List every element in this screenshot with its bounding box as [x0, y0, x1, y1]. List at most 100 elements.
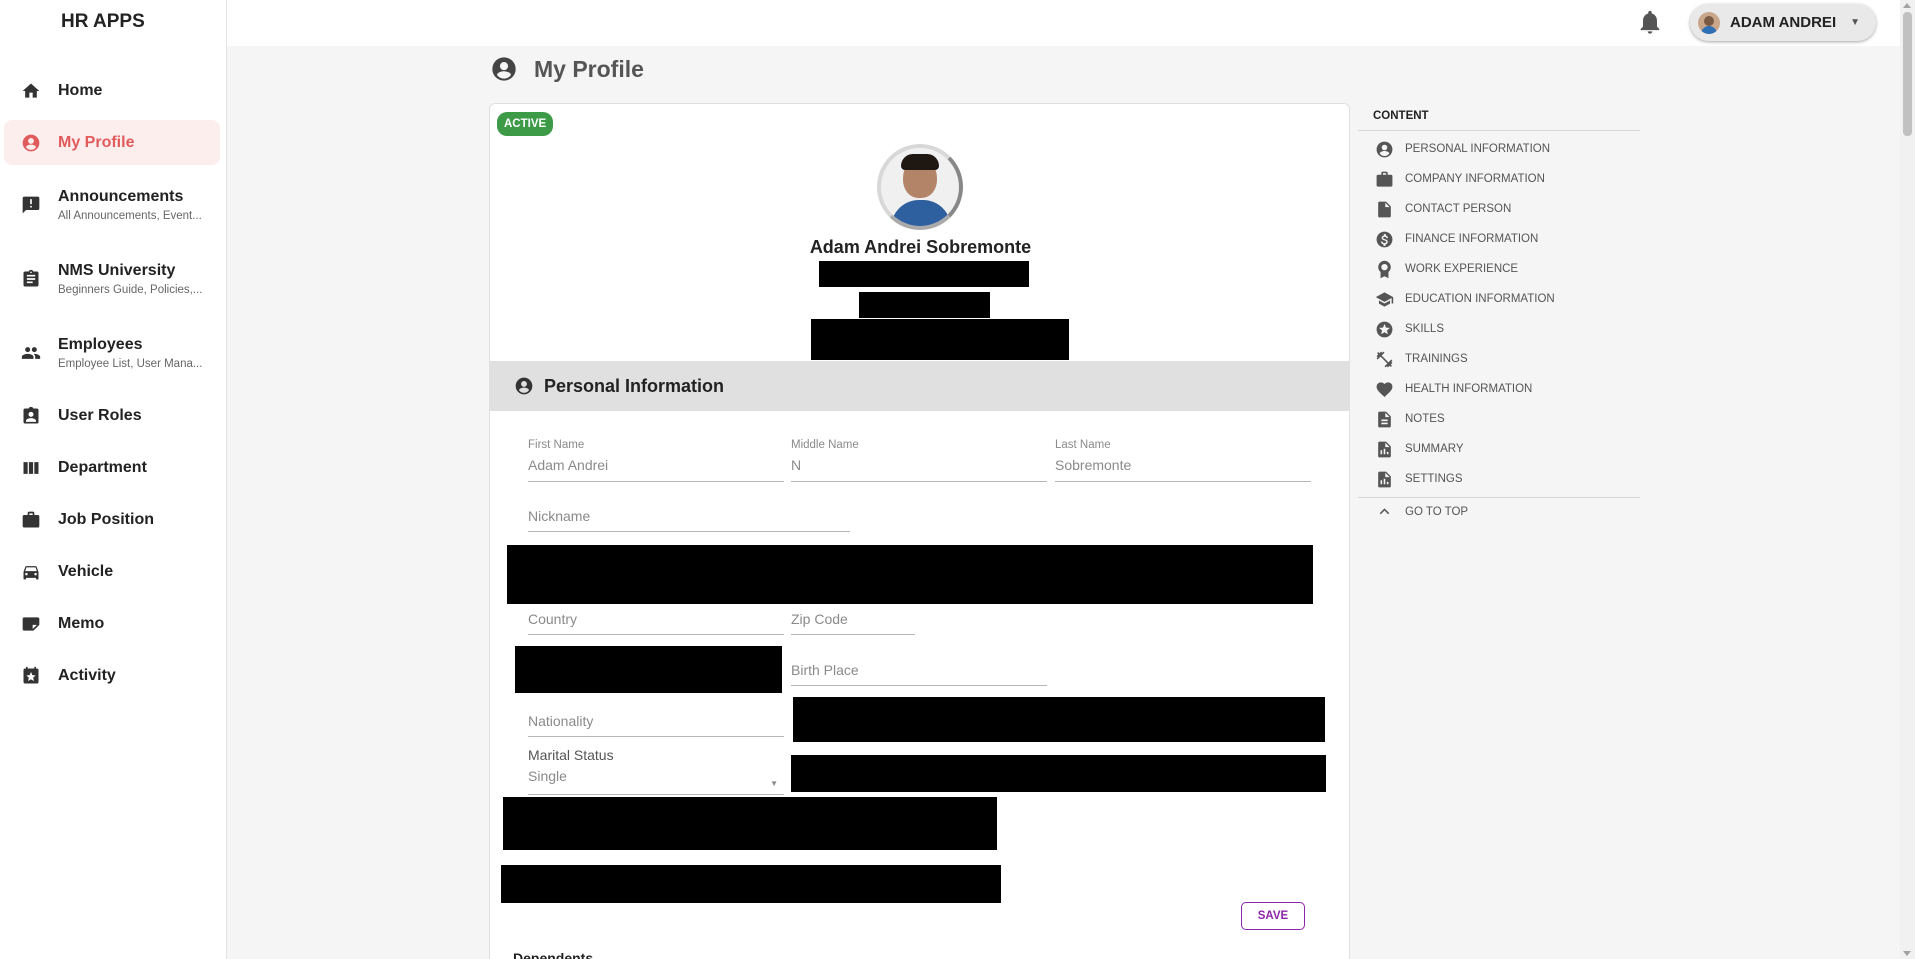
sidebar-item-label: My Profile: [58, 133, 135, 151]
toc-item-label: SKILLS: [1405, 323, 1444, 335]
toc-item-work-experience[interactable]: WORK EXPERIENCE: [1358, 254, 1640, 284]
toc-item-contact-person[interactable]: CONTACT PERSON: [1358, 194, 1640, 224]
sidebar-item-subtitle: Beginners Guide, Policies,...: [58, 284, 203, 296]
nationality-placeholder: Nationality: [528, 713, 594, 729]
first-name-label: First Name: [528, 439, 585, 451]
toc-item-label: SETTINGS: [1405, 473, 1463, 485]
redacted-block: [515, 646, 782, 693]
content-toc: CONTENT PERSONAL INFORMATION COMPANY INF…: [1358, 104, 1640, 525]
account-circle-icon: [1375, 140, 1394, 159]
toc-item-company-information[interactable]: COMPANY INFORMATION: [1358, 164, 1640, 194]
toc-item-education-information[interactable]: EDUCATION INFORMATION: [1358, 284, 1640, 314]
user-name: ADAM ANDREI: [1730, 14, 1837, 31]
sidebar-item-label: User Roles: [58, 407, 142, 424]
redacted-block: [793, 697, 1325, 742]
redacted-block: [791, 755, 1326, 792]
toc-item-notes[interactable]: NOTES: [1358, 404, 1640, 434]
nickname-field[interactable]: Nickname: [528, 508, 850, 532]
avatar: [1698, 11, 1720, 34]
dependents-heading: Dependents: [513, 950, 594, 959]
toc-item-label: COMPANY INFORMATION: [1405, 173, 1545, 185]
sidebar-item-department[interactable]: Department: [4, 442, 220, 494]
toc-item-finance-information[interactable]: FINANCE INFORMATION: [1358, 224, 1640, 254]
badge-icon: [20, 405, 42, 427]
sidebar-item-label: Employees: [58, 336, 143, 353]
account-circle-icon: [20, 132, 42, 154]
profile-avatar[interactable]: [877, 144, 963, 230]
zip-code-field[interactable]: Zip Code: [791, 611, 915, 635]
zip-code-placeholder: Zip Code: [791, 611, 848, 627]
toc-item-health-information[interactable]: HEALTH INFORMATION: [1358, 374, 1640, 404]
sidebar-item-activity[interactable]: Activity: [4, 650, 220, 702]
chevron-down-icon: ▼: [1850, 17, 1861, 28]
last-name-field[interactable]: Last Name Sobremonte: [1055, 439, 1311, 482]
sidebar-item-memo[interactable]: Memo: [4, 598, 220, 650]
sidebar-nav: Home My Profile Announcements All Announ…: [0, 46, 226, 702]
sidebar-item-home[interactable]: Home: [4, 65, 220, 117]
section-title: Personal Information: [544, 375, 725, 396]
school-icon: [1375, 290, 1394, 309]
toc-item-settings[interactable]: SETTINGS: [1358, 464, 1640, 494]
toc-item-skills[interactable]: SKILLS: [1358, 314, 1640, 344]
toc-item-trainings[interactable]: TRAININGS: [1358, 344, 1640, 374]
sidebar-item-label: Announcements: [58, 188, 184, 205]
sidebar-item-my-profile[interactable]: My Profile: [4, 120, 220, 165]
redacted-block: [819, 261, 1029, 287]
page-scrollbar[interactable]: [1900, 0, 1915, 959]
chevron-down-icon: ▼: [770, 779, 778, 788]
birth-place-field[interactable]: Birth Place: [791, 662, 1047, 686]
user-menu-button[interactable]: ADAM ANDREI ▼: [1690, 4, 1876, 41]
sidebar-item-employees[interactable]: Employees Employee List, User Mana...: [4, 316, 220, 390]
toc-item-summary[interactable]: SUMMARY: [1358, 434, 1640, 464]
redacted-block: [507, 545, 1313, 604]
clipboard-icon: [20, 268, 42, 290]
first-name-value: Adam Andrei: [528, 457, 609, 473]
account-circle-icon: [490, 55, 518, 83]
toc-item-label: TRAININGS: [1405, 353, 1468, 365]
sidebar-item-label: Home: [58, 82, 103, 99]
toc-item-label: FINANCE INFORMATION: [1405, 233, 1539, 245]
sidebar-item-vehicle[interactable]: Vehicle: [4, 546, 220, 598]
scrollbar-thumb[interactable]: [1903, 12, 1912, 136]
middle-name-field[interactable]: Middle Name N: [791, 439, 1047, 482]
award-icon: [1375, 260, 1394, 279]
save-button[interactable]: SAVE: [1241, 902, 1305, 930]
toc-item-label: PERSONAL INFORMATION: [1405, 143, 1551, 155]
birth-place-placeholder: Birth Place: [791, 662, 859, 678]
sidebar-item-user-roles[interactable]: User Roles: [4, 390, 220, 442]
fitness-icon: [1375, 350, 1394, 369]
car-icon: [20, 561, 42, 583]
sidebar: HR APPS Home My Profile Announcements Al…: [0, 0, 227, 959]
event-star-icon: [20, 665, 42, 687]
sidebar-item-label: Department: [58, 459, 147, 476]
sidebar-item-nms-university[interactable]: NMS University Beginners Guide, Policies…: [4, 242, 220, 316]
sidebar-item-subtitle: Employee List, User Mana...: [58, 358, 203, 370]
marital-status-select[interactable]: Marital Status Single ▼: [528, 747, 784, 795]
settings-doc-icon: [1375, 470, 1394, 489]
columns-icon: [20, 457, 42, 479]
bell-icon[interactable]: [1636, 8, 1664, 36]
last-name-label: Last Name: [1055, 439, 1111, 451]
toc-item-label: HEALTH INFORMATION: [1405, 383, 1533, 395]
first-name-field[interactable]: First Name Adam Andrei: [528, 439, 784, 482]
home-icon: [20, 80, 42, 102]
country-field[interactable]: Country: [528, 611, 784, 635]
briefcase-icon: [20, 509, 42, 531]
sidebar-item-label: Job Position: [58, 511, 154, 528]
toc-title: CONTENT: [1358, 104, 1640, 131]
page-title: My Profile: [490, 55, 644, 83]
redacted-block: [811, 319, 1069, 360]
section-header-personal: Personal Information: [490, 361, 1349, 411]
account-circle-icon: [514, 376, 534, 396]
sidebar-item-job-position[interactable]: Job Position: [4, 494, 220, 546]
sidebar-item-label: Memo: [58, 615, 105, 632]
nationality-field[interactable]: Nationality: [528, 713, 784, 737]
scroll-up-arrow[interactable]: [1903, 3, 1911, 8]
sidebar-item-announcements[interactable]: Announcements All Announcements, Event..…: [4, 168, 220, 242]
briefcase-icon: [1375, 170, 1394, 189]
scroll-down-arrow[interactable]: [1903, 951, 1911, 956]
marital-status-value: Single: [528, 768, 567, 784]
toc-item-personal-information[interactable]: PERSONAL INFORMATION: [1358, 134, 1640, 164]
toc-go-to-top[interactable]: GO TO TOP: [1358, 497, 1640, 525]
summary-icon: [1375, 440, 1394, 459]
